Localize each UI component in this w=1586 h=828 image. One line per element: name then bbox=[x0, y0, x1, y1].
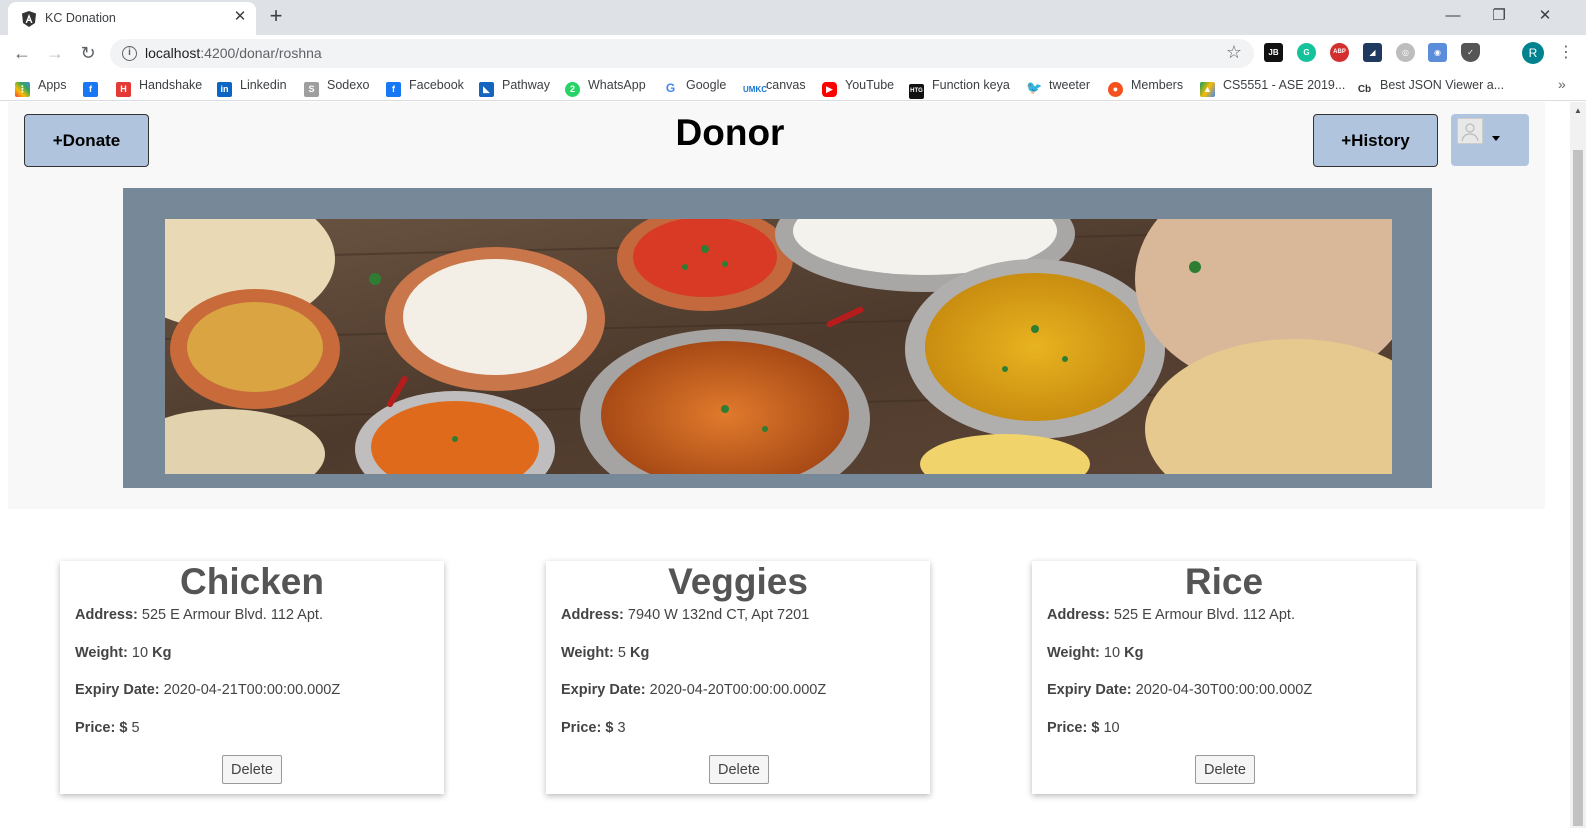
address-bar[interactable]: i localhost:4200/donar/roshna ☆ bbox=[110, 39, 1254, 68]
browser-tab[interactable]: KC Donation ✕ bbox=[8, 2, 256, 35]
page-title: Donor bbox=[675, 112, 785, 153]
back-button[interactable]: ← bbox=[10, 41, 34, 65]
bookmark-item[interactable]: S Sodexo bbox=[304, 78, 369, 97]
handshake-icon: H bbox=[116, 82, 131, 97]
screenshot-extension-icon[interactable]: ◉ bbox=[1428, 43, 1447, 62]
tab-close-icon[interactable]: ✕ bbox=[230, 7, 250, 27]
bookmark-item[interactable]: ⋮ Apps bbox=[15, 78, 67, 97]
google-icon: G bbox=[663, 81, 678, 96]
header-section: Donor +Donate +History bbox=[8, 102, 1545, 509]
url-text[interactable]: localhost:4200/donar/roshna bbox=[145, 45, 322, 61]
bookmark-item[interactable]: in Linkedin bbox=[217, 78, 287, 97]
page-viewport: Donor +Donate +History Chicken Address: … bbox=[0, 102, 1570, 828]
sodexo-icon: S bbox=[304, 82, 319, 97]
browser-toolbar: ← → ↻ i localhost:4200/donar/roshna ☆ JB… bbox=[0, 35, 1586, 71]
vscode-extension-icon[interactable]: ◢ bbox=[1363, 43, 1382, 62]
user-avatar-icon bbox=[1457, 118, 1483, 144]
more-bookmarks-icon[interactable]: » bbox=[1558, 76, 1566, 92]
card-title: Rice bbox=[1184, 561, 1264, 602]
color-picker-extension-icon[interactable]: ◎ bbox=[1396, 43, 1415, 62]
cb-icon: Cb bbox=[1357, 82, 1372, 97]
minimize-button[interactable]: — bbox=[1430, 2, 1476, 32]
adblock-extension-icon[interactable]: ABP bbox=[1330, 43, 1349, 62]
forward-button[interactable]: → bbox=[43, 41, 67, 65]
bookmark-item[interactable]: ▶ YouTube bbox=[822, 78, 894, 97]
reload-button[interactable]: ↻ bbox=[76, 41, 100, 65]
bookmark-item[interactable]: ▲ CS5551 - ASE 2019... bbox=[1200, 78, 1345, 97]
weight-row: Weight: 10 Kg bbox=[1047, 645, 1144, 661]
food-banner-image bbox=[165, 219, 1392, 474]
restore-button[interactable]: ❐ bbox=[1476, 2, 1522, 32]
delete-button[interactable]: Delete bbox=[709, 755, 769, 784]
htg-icon: HTG bbox=[909, 84, 924, 99]
address-row: Address: 7940 W 132nd CT, Apt 7201 bbox=[561, 607, 810, 623]
banner-frame bbox=[123, 188, 1432, 488]
vertical-scrollbar[interactable]: ▲ bbox=[1570, 102, 1586, 828]
bookmark-item[interactable]: ● Members bbox=[1108, 78, 1183, 97]
close-window-button[interactable]: ✕ bbox=[1522, 2, 1568, 32]
bookmark-item[interactable]: G Google bbox=[663, 78, 726, 96]
bookmark-item[interactable]: f bbox=[83, 78, 106, 97]
canvas-icon: UMKC bbox=[743, 82, 767, 97]
history-button[interactable]: +History bbox=[1313, 114, 1438, 167]
scrollbar-thumb[interactable] bbox=[1573, 150, 1583, 826]
jetbrains-extension-icon[interactable]: JB bbox=[1264, 43, 1283, 62]
price-row: Price: $ 3 bbox=[561, 720, 626, 736]
donation-card: Rice Address: 525 E Armour Blvd. 112 Apt… bbox=[1032, 561, 1416, 794]
bookmark-item[interactable]: Cb Best JSON Viewer a... bbox=[1357, 78, 1504, 97]
apps-grid-icon: ⋮ bbox=[15, 82, 30, 97]
whatsapp-icon: 2 bbox=[565, 82, 580, 97]
chevron-down-icon bbox=[1492, 136, 1500, 141]
donation-card: Veggies Address: 7940 W 132nd CT, Apt 72… bbox=[546, 561, 930, 794]
profile-avatar[interactable]: R bbox=[1522, 42, 1544, 64]
bookmark-item[interactable]: UMKCcanvas bbox=[743, 78, 806, 97]
bookmark-item[interactable]: f Facebook bbox=[386, 78, 464, 97]
bookmark-item[interactable]: HTG Function keya bbox=[909, 78, 1010, 99]
card-title: Chicken bbox=[180, 561, 324, 602]
youtube-icon: ▶ bbox=[822, 82, 837, 97]
bookmark-star-icon[interactable]: ☆ bbox=[1226, 42, 1242, 63]
google-drive-icon: ▲ bbox=[1200, 82, 1215, 97]
weight-row: Weight: 10 Kg bbox=[75, 645, 172, 661]
angular-favicon-icon bbox=[22, 11, 36, 27]
members-icon: ● bbox=[1108, 82, 1123, 97]
site-info-icon[interactable]: i bbox=[122, 46, 137, 61]
card-title: Veggies bbox=[668, 561, 808, 602]
bookmark-item[interactable]: 2 WhatsApp bbox=[565, 78, 646, 97]
bookmark-item[interactable]: H Handshake bbox=[116, 78, 202, 97]
address-row: Address: 525 E Armour Blvd. 112 Apt. bbox=[75, 607, 323, 623]
expiry-row: Expiry Date: 2020-04-20T00:00:00.000Z bbox=[561, 682, 827, 698]
facebook-icon: f bbox=[83, 82, 98, 97]
donate-button[interactable]: +Donate bbox=[24, 114, 149, 167]
shield-extension-icon[interactable]: ✓ bbox=[1461, 43, 1480, 62]
user-menu-dropdown[interactable] bbox=[1451, 114, 1529, 166]
bookmarks-bar: ⋮ Apps f H Handshake in Linkedin S Sodexo fF… bbox=[0, 71, 1586, 101]
weight-row: Weight: 5 Kg bbox=[561, 645, 650, 661]
delete-button[interactable]: Delete bbox=[1195, 755, 1255, 784]
delete-button[interactable]: Delete bbox=[222, 755, 282, 784]
twitter-icon: 🐦 bbox=[1026, 80, 1043, 95]
new-tab-button[interactable]: + bbox=[264, 5, 288, 29]
pathway-icon: ◣ bbox=[479, 82, 494, 97]
browser-menu-icon[interactable]: ⋮ bbox=[1558, 42, 1574, 62]
address-row: Address: 525 E Armour Blvd. 112 Apt. bbox=[1047, 607, 1295, 623]
grammarly-extension-icon[interactable]: G bbox=[1297, 43, 1316, 62]
bookmark-item[interactable]: 🐦 tweeter bbox=[1026, 78, 1090, 95]
bookmark-item[interactable]: ◣ Pathway bbox=[479, 78, 550, 97]
browser-tab-strip: KC Donation ✕ + — ❐ ✕ bbox=[0, 0, 1586, 35]
price-row: Price: $ 10 bbox=[1047, 720, 1120, 736]
price-row: Price: $ 5 bbox=[75, 720, 140, 736]
expiry-row: Expiry Date: 2020-04-30T00:00:00.000Z bbox=[1047, 682, 1313, 698]
donation-card: Chicken Address: 525 E Armour Blvd. 112 … bbox=[60, 561, 444, 794]
tab-title: KC Donation bbox=[45, 11, 116, 25]
scroll-up-icon[interactable]: ▲ bbox=[1574, 106, 1582, 115]
linkedin-icon: in bbox=[217, 82, 232, 97]
expiry-row: Expiry Date: 2020-04-21T00:00:00.000Z bbox=[75, 682, 341, 698]
facebook-icon: f bbox=[386, 82, 401, 97]
